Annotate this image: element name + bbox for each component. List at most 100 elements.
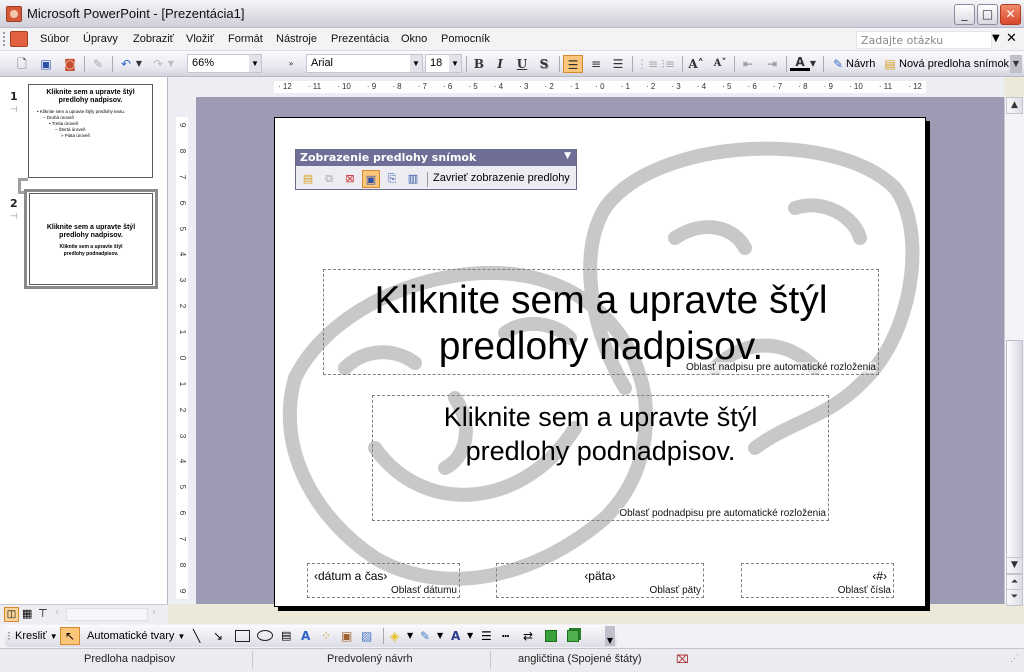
insert-title-master-icon[interactable]: ⧉ bbox=[320, 170, 338, 188]
redo-dropdown-icon[interactable]: ▼ bbox=[166, 55, 176, 73]
close-document-icon[interactable]: ✕ bbox=[1006, 31, 1017, 46]
font-color-dropdown-icon[interactable]: ▼ bbox=[467, 628, 473, 644]
preserve-master-icon[interactable]: ▣ bbox=[362, 170, 380, 188]
bullets-icon[interactable]: ⁝≡ bbox=[658, 55, 678, 73]
decrease-indent-icon[interactable]: ⇤ bbox=[738, 55, 758, 73]
scroll-right-icon[interactable]: › bbox=[152, 607, 156, 618]
line-color-icon[interactable]: ✎ bbox=[420, 628, 430, 644]
align-center-button[interactable]: ≡ bbox=[586, 55, 606, 73]
date-placeholder[interactable]: ‹dátum a čas› Oblasť dátumu bbox=[307, 563, 460, 598]
align-left-button[interactable]: ☰ bbox=[563, 55, 583, 73]
vertical-scrollbar[interactable]: ▲ ▼ ⏶ ⏷ bbox=[1004, 97, 1024, 606]
slide-master-view-toolbar[interactable]: Zobrazenie predlohy snímok ▼ ▤ ⧉ ⊠ ▣ ⎘ ▥… bbox=[295, 149, 577, 190]
save-icon[interactable]: ▣ bbox=[36, 55, 56, 73]
draw-menu-button[interactable]: Kresliť ▼ bbox=[15, 628, 58, 644]
menu-tools[interactable]: Nástroje bbox=[276, 33, 317, 45]
font-combo[interactable]: Arial ▼ bbox=[306, 54, 423, 73]
slideshow-icon[interactable]: ⊤ bbox=[38, 607, 48, 620]
oval-icon[interactable] bbox=[257, 630, 273, 641]
design-icon[interactable]: ✎ bbox=[828, 55, 848, 73]
ask-dropdown-icon[interactable]: ▼ bbox=[992, 33, 1000, 44]
fill-color-icon[interactable]: ◈ bbox=[390, 628, 399, 644]
increase-font-icon[interactable]: A˄ bbox=[686, 55, 706, 73]
chevron-down-icon[interactable]: ▼ bbox=[449, 55, 461, 72]
fill-color-dropdown-icon[interactable]: ▼ bbox=[407, 628, 413, 644]
title-placeholder[interactable]: Kliknite sem a upravte štýl predlohy nad… bbox=[323, 269, 879, 375]
underline-button[interactable]: U bbox=[512, 55, 532, 73]
line-icon[interactable]: ╲ bbox=[193, 628, 200, 644]
subtitle-placeholder[interactable]: Kliknite sem a upravte štýl predlohy pod… bbox=[372, 395, 829, 521]
scroll-left-icon[interactable]: ‹ bbox=[55, 607, 59, 618]
menu-file[interactable]: Súbor bbox=[40, 33, 69, 45]
toolbar-options-icon[interactable]: ▼ bbox=[1010, 55, 1022, 73]
scroll-thumb[interactable] bbox=[1006, 340, 1023, 558]
master-toolbar-header[interactable]: Zobrazenie predlohy snímok ▼ bbox=[296, 150, 576, 166]
textbox-icon[interactable]: ▤ bbox=[281, 628, 291, 644]
3d-style-icon[interactable] bbox=[567, 630, 579, 642]
undo-icon[interactable]: ↶ bbox=[116, 55, 136, 73]
select-objects-icon[interactable]: ↖ bbox=[60, 627, 80, 645]
design-button[interactable]: Návrh bbox=[846, 58, 875, 70]
toolbar-options-icon[interactable]: » bbox=[285, 55, 297, 73]
scroll-down-icon[interactable]: ▼ bbox=[1006, 557, 1023, 574]
autoshapes-menu-button[interactable]: Automatické tvary ▼ bbox=[87, 628, 185, 644]
wordart-icon[interactable]: A bbox=[301, 628, 310, 644]
clip-art-icon[interactable]: ▣ bbox=[341, 628, 352, 644]
numbering-icon[interactable]: ⋮≡ bbox=[636, 55, 658, 73]
footer-placeholder[interactable]: ‹päta› Oblasť päty bbox=[496, 563, 704, 598]
permission-icon[interactable]: ◙ bbox=[60, 55, 80, 73]
arrow-icon[interactable]: ↘ bbox=[213, 628, 223, 644]
ruler-strip[interactable]: 9 8 7 6 5 4 3 2 1 0 1 2 3 4 5 6 7 8 9 bbox=[176, 117, 188, 599]
bold-button[interactable]: B bbox=[469, 55, 489, 73]
new-document-icon[interactable]: 🗋 bbox=[12, 55, 32, 73]
rename-master-icon[interactable]: ⎘ bbox=[383, 170, 401, 188]
next-slide-icon[interactable]: ⏷ bbox=[1006, 589, 1023, 606]
menu-slideshow[interactable]: Prezentácia bbox=[331, 33, 389, 45]
line-color-dropdown-icon[interactable]: ▼ bbox=[437, 628, 443, 644]
normal-view-icon[interactable]: ◫ bbox=[4, 607, 19, 622]
insert-picture-icon[interactable]: ▨ bbox=[361, 628, 372, 644]
font-size-combo[interactable]: 18 ▼ bbox=[425, 54, 462, 73]
dash-style-icon[interactable]: ┅ bbox=[502, 628, 509, 644]
new-master-button[interactable]: Nová predloha snímok bbox=[899, 58, 1009, 70]
menu-format[interactable]: Formát bbox=[228, 33, 263, 45]
line-style-icon[interactable]: ☰ bbox=[481, 628, 492, 644]
close-master-view-button[interactable]: Zavrieť zobrazenie predlohy bbox=[433, 172, 570, 184]
menu-help[interactable]: Pomocník bbox=[441, 33, 490, 45]
minimize-button[interactable]: _ bbox=[954, 4, 975, 25]
scroll-up-icon[interactable]: ▲ bbox=[1006, 97, 1023, 114]
menu-insert[interactable]: Vložiť bbox=[186, 33, 214, 45]
slide-thumbnail-1[interactable]: Kliknite sem a upravte štýl predlohy nad… bbox=[28, 84, 153, 178]
increase-indent-icon[interactable]: ⇥ bbox=[762, 55, 782, 73]
align-right-button[interactable]: ☰ bbox=[608, 55, 628, 73]
toolbar-options-icon[interactable]: ▼ bbox=[605, 626, 615, 646]
format-painter-icon[interactable]: ✎ bbox=[88, 55, 108, 73]
powerpoint-app-icon[interactable] bbox=[6, 6, 22, 22]
zoom-combo[interactable]: 66% ▼ bbox=[187, 54, 262, 73]
slide-number-placeholder[interactable]: ‹#› Oblasť čísla bbox=[741, 563, 894, 598]
font-color-icon[interactable]: A bbox=[451, 628, 460, 644]
shadow-button[interactable]: S bbox=[534, 55, 554, 73]
ruler-strip[interactable]: · 12 · 11 · 10 · 9 · 8 · 7 · 6 · 5 · 4 · 3 · 2 · 1 ·… bbox=[274, 81, 926, 93]
arrow-style-icon[interactable]: ⇄ bbox=[523, 628, 533, 644]
chevron-down-icon[interactable]: ▼ bbox=[410, 55, 422, 72]
italic-button[interactable]: I bbox=[490, 55, 510, 73]
document-icon[interactable] bbox=[10, 31, 28, 47]
shadow-style-icon[interactable] bbox=[545, 630, 557, 642]
slide-thumbnail-2[interactable]: Kliknite sem a upravte štýl predlohy nad… bbox=[29, 193, 153, 285]
insert-new-master-icon[interactable]: ▤ bbox=[299, 170, 317, 188]
status-design[interactable]: Predvolený návrh bbox=[327, 653, 413, 665]
toolbar-grip[interactable] bbox=[3, 32, 6, 46]
slide-sorter-icon[interactable]: ▦ bbox=[22, 607, 32, 620]
toolbar-options-icon[interactable]: ▼ bbox=[564, 151, 571, 161]
menu-window[interactable]: Okno bbox=[401, 33, 427, 45]
master-layout-icon[interactable]: ▥ bbox=[404, 170, 422, 188]
undo-dropdown-icon[interactable]: ▼ bbox=[134, 55, 144, 73]
font-color-icon[interactable]: A bbox=[790, 55, 810, 71]
new-master-icon[interactable]: ▤ bbox=[880, 55, 900, 73]
menu-view[interactable]: Zobraziť bbox=[133, 33, 174, 45]
rectangle-icon[interactable] bbox=[235, 630, 250, 642]
font-color-dropdown-icon[interactable]: ▼ bbox=[808, 55, 818, 73]
spelling-status-icon[interactable]: ⌧ bbox=[676, 653, 689, 666]
slide-master-canvas[interactable]: Kliknite sem a upravte štýl predlohy nad… bbox=[274, 117, 926, 607]
